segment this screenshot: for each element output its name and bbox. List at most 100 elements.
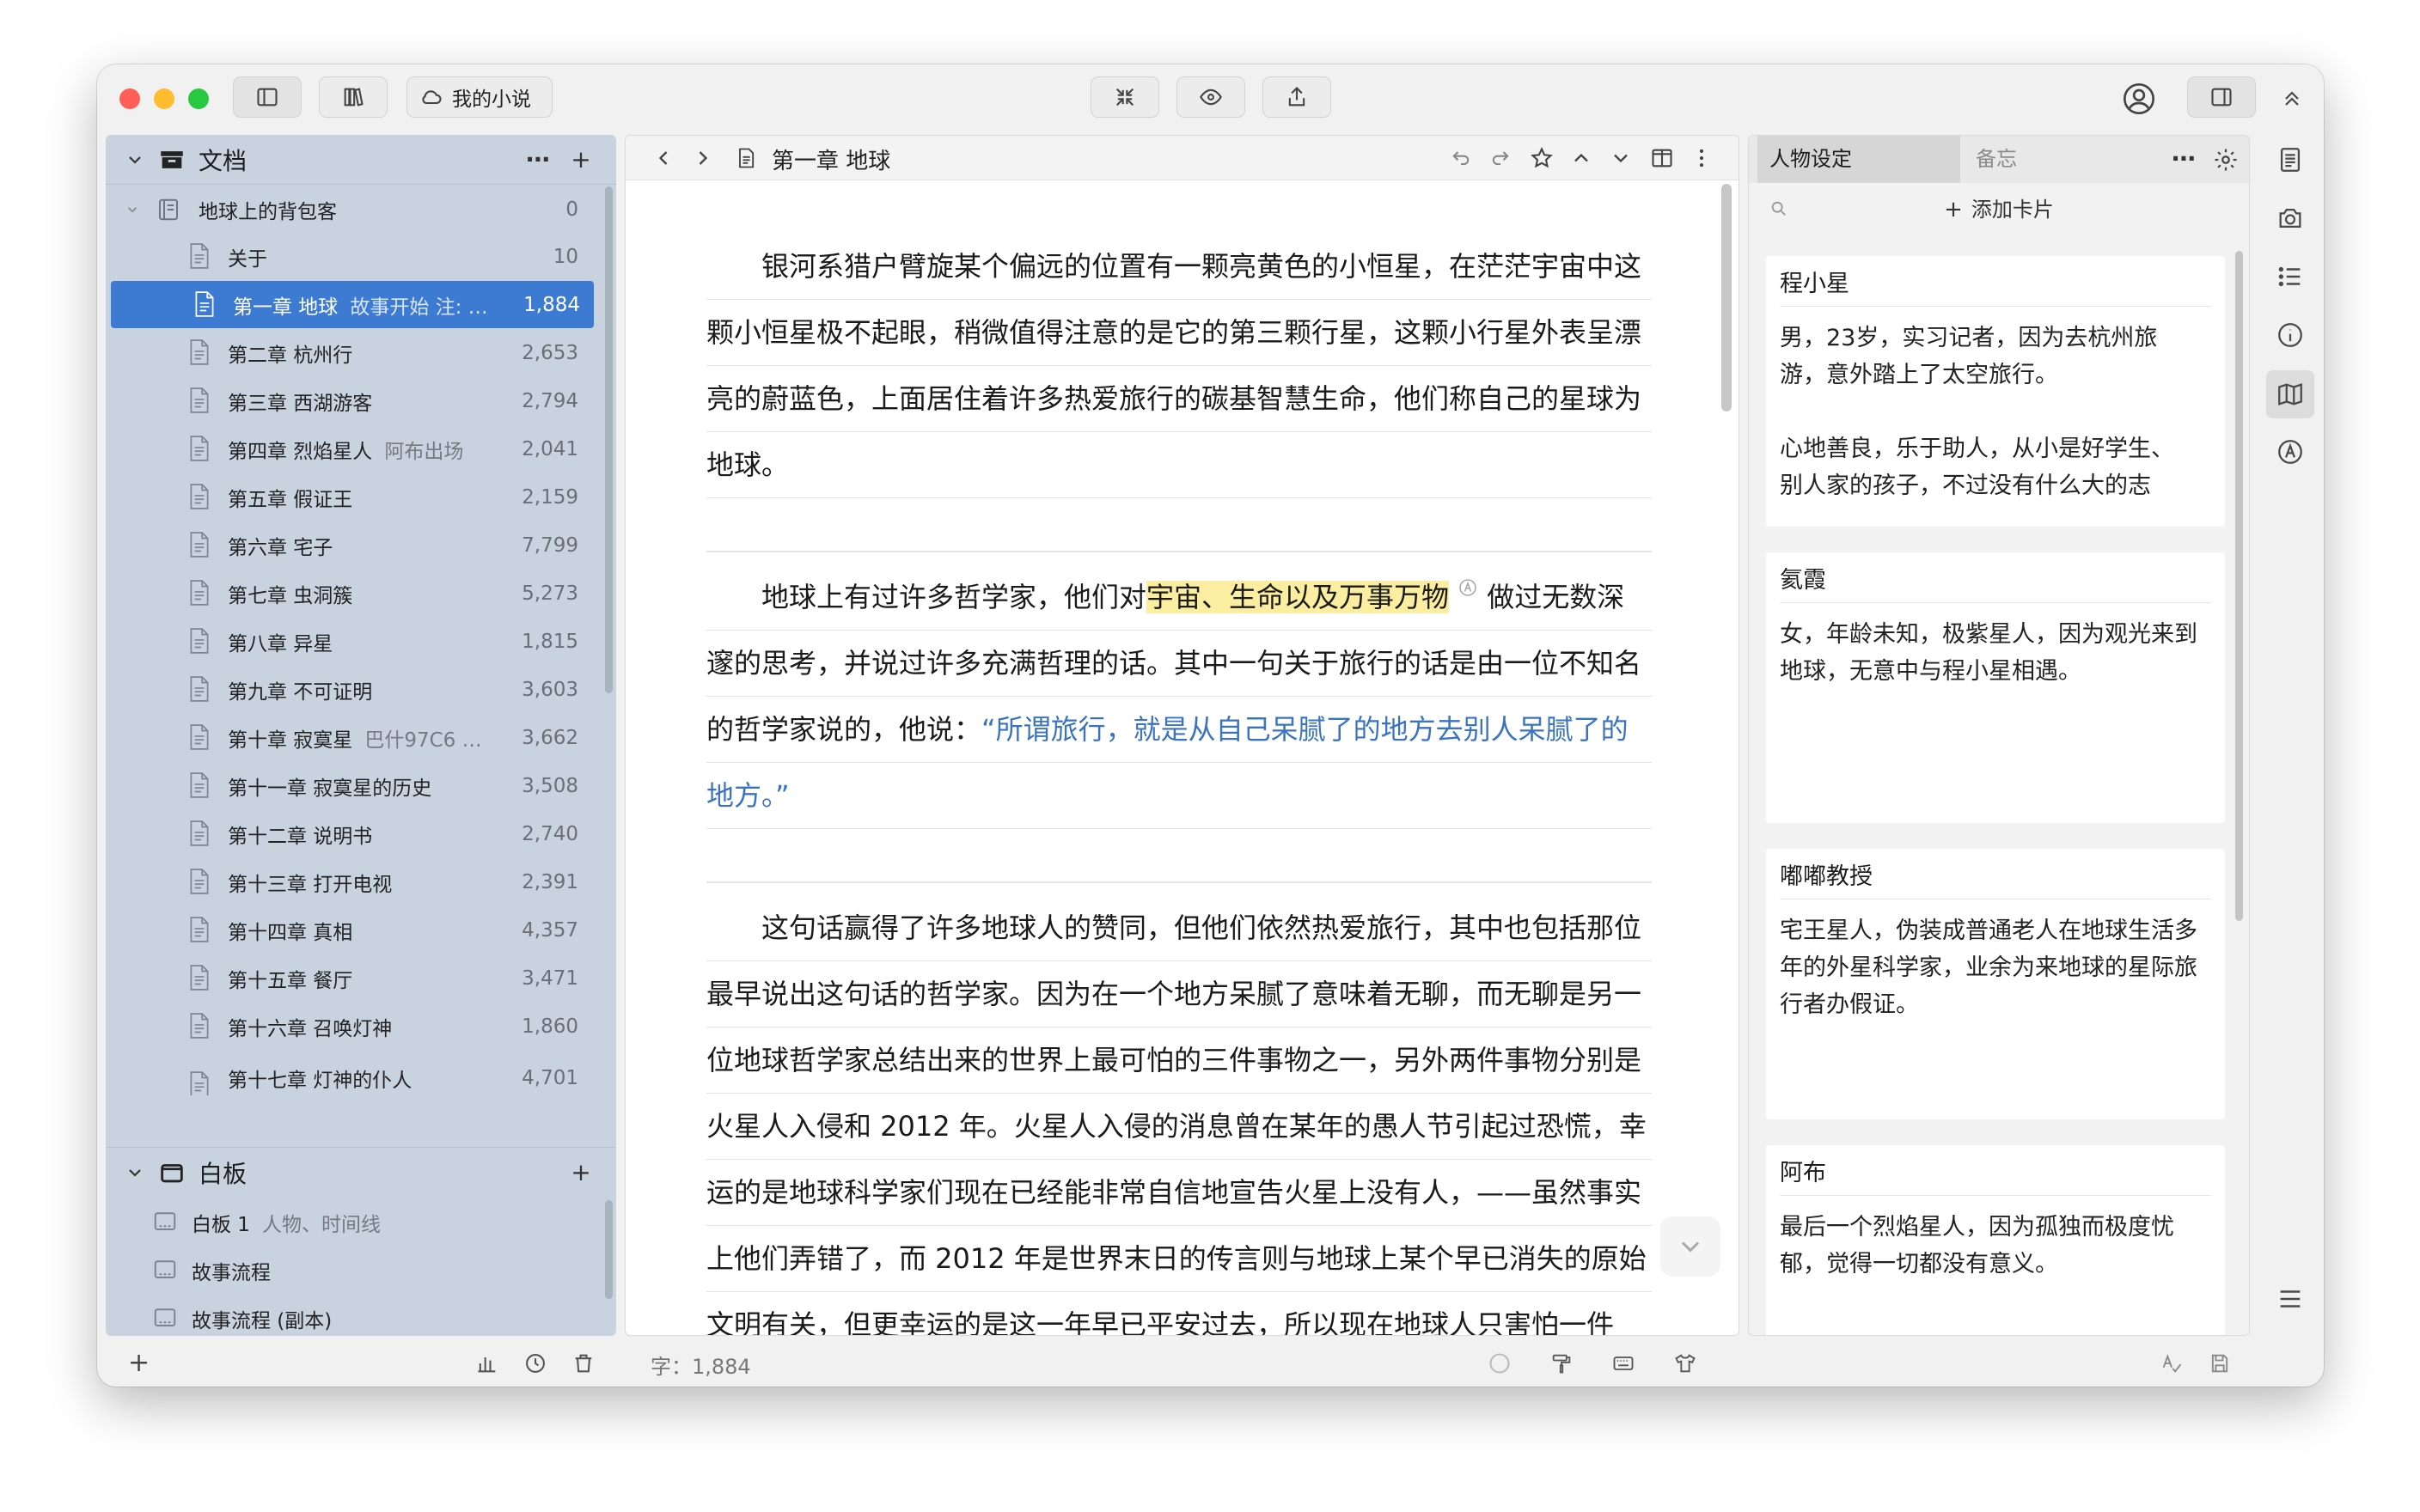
inspector-scrollbar[interactable] (2235, 251, 2243, 921)
item-label: 第八章 异星 (228, 627, 345, 656)
focus-mode-button[interactable] (1091, 76, 1159, 118)
sidebar-item-chapter[interactable]: 第十二章 说明书 2,740 (106, 810, 592, 857)
account-button[interactable] (2122, 82, 2156, 116)
chevron-down-icon[interactable] (125, 1162, 145, 1183)
snapshot-button[interactable] (2276, 204, 2305, 233)
annotation-icon[interactable] (1458, 577, 1478, 598)
quoted-text-line: 地方。” (706, 763, 1652, 829)
item-title: 第十章 寂寞星 (228, 729, 353, 752)
sidebar-item-chapter[interactable]: 第十一章 寂寞星的历史 3,508 (106, 762, 592, 809)
sidebar-item-chapter[interactable]: 第十五章 餐厅 3,471 (106, 954, 592, 1002)
item-label: 第五章 假证王 (228, 483, 364, 512)
card-divider (1780, 306, 2211, 307)
theme-button[interactable] (1673, 1351, 1697, 1375)
sidebar-item-chapter[interactable]: 第十四章 真相 4,357 (106, 906, 592, 954)
zoom-window-button[interactable] (188, 88, 209, 109)
add-card-button[interactable]: + 添加卡片 (1749, 192, 2249, 223)
outline-button[interactable] (2276, 262, 2305, 291)
text-line: 位地球哲学家总结出来的世界上最可怕的三件事物之一，另外两件事物分别是 (706, 1027, 1652, 1094)
sidebar-item-board[interactable]: 故事流程 (副本) (106, 1295, 592, 1336)
trash-button[interactable] (571, 1351, 596, 1375)
card-title: 嘟嘟教授 (1780, 863, 1873, 890)
sidebar-item-chapter[interactable]: 第十七章 灯神的仆人 4,701 (106, 1061, 592, 1095)
sidebar-item-chapter[interactable]: 第十三章 打开电视 2,391 (106, 858, 592, 905)
editor-scrollbar[interactable] (1721, 184, 1732, 412)
split-view-icon[interactable] (1650, 146, 1674, 170)
save-button[interactable] (2208, 1351, 2232, 1375)
item-title: 第八章 异星 (228, 632, 333, 655)
books-icon (344, 88, 364, 107)
sidebar-item-board[interactable]: 白板 1 人物、时间线 (106, 1198, 592, 1246)
paragraph-3[interactable]: 这句话赢得了许多地球人的赞同，但他们依然热爱旅行，其中也包括那位 最早说出这句话… (706, 895, 1652, 1335)
boards-section-header[interactable]: 白板 + (106, 1149, 616, 1197)
statistics-button[interactable] (475, 1351, 499, 1375)
character-card[interactable]: 阿布 最后一个烈焰星人，因为孤独而极度忧 郁，觉得一切都没有意义。 (1766, 1145, 2225, 1335)
item-title: 第四章 烈焰星人 (228, 440, 373, 463)
tab-memo[interactable]: 备忘 (1964, 136, 2165, 183)
add-button[interactable]: + (128, 1348, 150, 1378)
sidebar-item-chapter[interactable]: 第一章 地球 故事开始 注: … 1,884 (111, 281, 594, 328)
sidebar-item-chapter[interactable]: 第七章 虫洞簇 5,273 (106, 570, 592, 617)
gear-icon[interactable] (2213, 147, 2239, 173)
preview-button[interactable] (1176, 76, 1245, 118)
sidebar-item-chapter[interactable]: 第二章 杭州行 2,653 (106, 329, 592, 376)
toggle-sidebar-button[interactable] (233, 76, 302, 118)
star-icon[interactable] (1530, 146, 1554, 170)
sidebar-item-chapter[interactable]: 第五章 假证王 2,159 (106, 473, 592, 521)
info-button[interactable] (2276, 320, 2305, 350)
word-count: 3,508 (522, 774, 578, 797)
highlighted-text[interactable]: 宇宙、生命以及万事万物 (1146, 581, 1450, 613)
scroll-down-button[interactable] (1660, 1216, 1720, 1277)
spellcheck-button[interactable] (2160, 1351, 2184, 1375)
map-button[interactable] (2276, 380, 2305, 409)
boards-scrollbar[interactable] (605, 1200, 613, 1299)
sidebar-scrollbar[interactable] (605, 186, 613, 693)
document-info-button[interactable] (2276, 145, 2305, 174)
progress-button[interactable] (1488, 1351, 1512, 1375)
redo-icon[interactable] (1488, 146, 1512, 170)
project-switcher[interactable]: 我的小说 (406, 76, 553, 118)
whiteboard-icon (161, 1164, 183, 1183)
character-card[interactable]: 嘟嘟教授 宅王星人，伪装成普通老人在地球生活多 年的外星科学家，业余为来地球的星… (1766, 849, 2225, 1119)
back-arrow-icon[interactable] (651, 146, 675, 170)
character-card[interactable]: 程小星 男，23岁，实习记者，因为去杭州旅 游，意外踏上了太空旅行。 心地善良，… (1766, 256, 2225, 527)
share-button[interactable] (1262, 76, 1331, 118)
library-button[interactable] (319, 76, 388, 118)
more-options-button[interactable]: ⋯ (2172, 144, 2196, 173)
word-count: 1,884 (523, 293, 580, 316)
sidebar-item-chapter[interactable]: 第十六章 召唤灯神 1,860 (106, 1003, 592, 1050)
menu-button[interactable] (2276, 1284, 2305, 1314)
card-divider (1780, 602, 2211, 603)
toggle-inspector-button[interactable] (2187, 76, 2256, 118)
annotations-button[interactable] (2276, 437, 2305, 466)
minimize-window-button[interactable] (154, 88, 174, 109)
forward-arrow-icon[interactable] (691, 146, 715, 170)
chevron-up-icon[interactable] (1569, 146, 1593, 170)
chevron-down-icon[interactable] (125, 202, 140, 217)
board-icon (152, 1256, 176, 1283)
more-vertical-icon[interactable] (1690, 146, 1714, 170)
sidebar-item-chapter[interactable]: 第三章 西湖游客 2,794 (106, 377, 592, 424)
tab-character-settings[interactable]: 人物设定 (1757, 136, 1960, 183)
sidebar-item-chapter[interactable]: 第六章 宅子 7,799 (106, 521, 592, 569)
history-button[interactable] (523, 1351, 547, 1375)
undo-icon[interactable] (1449, 146, 1473, 170)
sidebar-item-chapter[interactable]: 第九章 不可证明 3,603 (106, 666, 592, 713)
word-count: 10 (553, 245, 578, 268)
paragraph-2[interactable]: 地球上有过许多哲学家，他们对宇宙、生命以及万事万物 做过无数深 邃的思考，并说过… (706, 564, 1652, 829)
add-board-button[interactable]: + (568, 1160, 594, 1186)
format-painter-button[interactable] (1549, 1351, 1574, 1375)
sidebar-item-chapter[interactable]: 第十章 寂寞星 巴什97C6 … 3,662 (106, 714, 592, 761)
sidebar-item-chapter[interactable]: 第四章 烈焰星人 阿布出场 2,041 (106, 425, 592, 472)
chevron-down-icon[interactable] (1609, 146, 1633, 170)
character-card[interactable]: 氦霞 女，年龄未知，极紫星人，因为观光来到 地球，无意中与程小星相遇。 (1766, 552, 2225, 823)
collapse-toolbar-button[interactable] (2280, 87, 2304, 111)
sidebar-item-chapter[interactable]: 第八章 异星 1,815 (106, 618, 592, 665)
sidebar-item-board[interactable]: 故事流程 (106, 1247, 592, 1294)
sidebar-item-chapter[interactable]: 关于 10 (106, 233, 592, 280)
tree-root-folder[interactable]: 地球上的背包客 0 (106, 186, 592, 233)
close-window-button[interactable] (119, 88, 140, 109)
keyboard-button[interactable] (1611, 1351, 1635, 1375)
list-icon (2278, 266, 2301, 287)
paragraph-1[interactable]: 银河系猎户臂旋某个偏远的位置有一颗亮黄色的小恒星，在茫茫宇宙中这 颗小恒星极不起… (706, 234, 1652, 498)
